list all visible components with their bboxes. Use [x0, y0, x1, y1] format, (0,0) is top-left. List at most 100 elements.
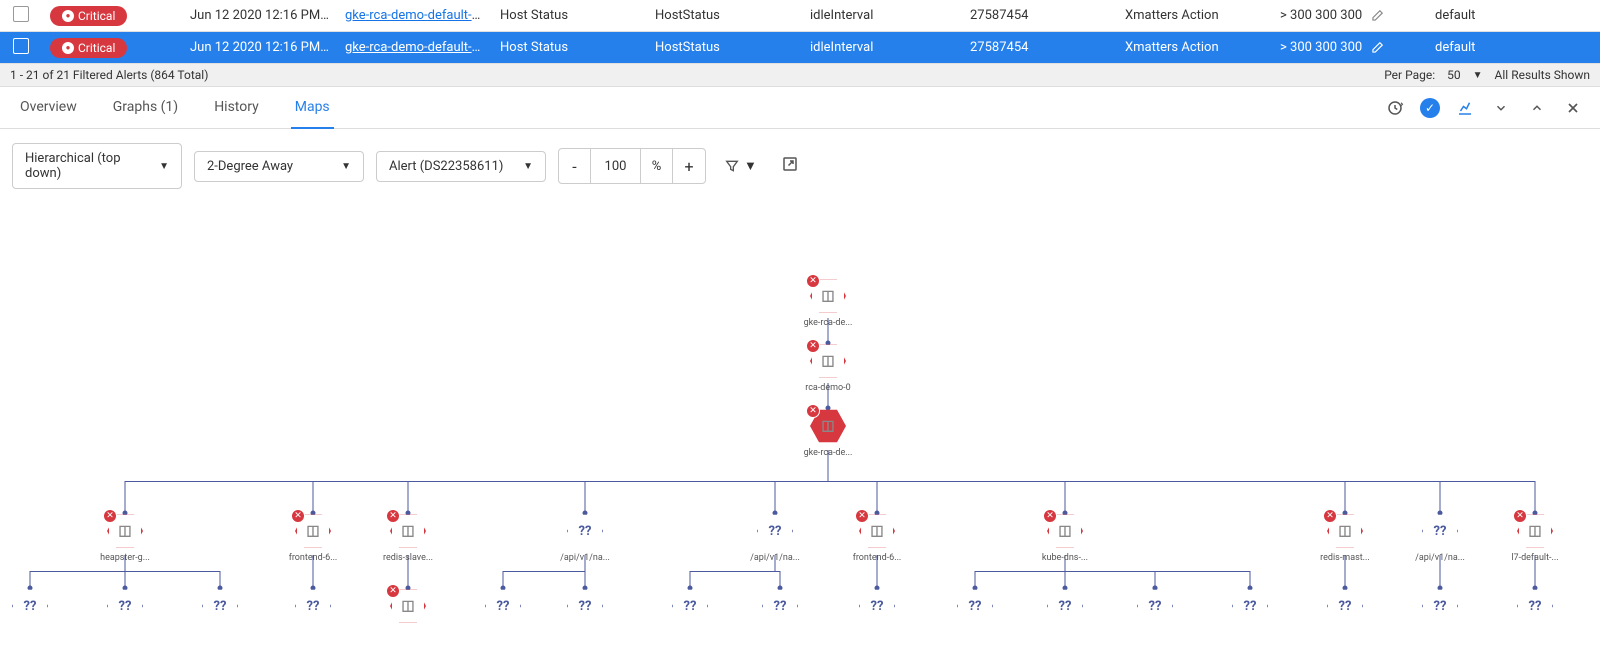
alert-indicator-icon: ✕	[103, 509, 117, 523]
filter-button[interactable]: ▼	[718, 152, 763, 180]
map-node[interactable]: ??php-redis	[286, 588, 340, 623]
node-label: /api/v1/na...	[1413, 553, 1467, 563]
alert-indicator-icon: ✕	[1513, 509, 1527, 523]
all-results-shown: All Results Shown	[1495, 68, 1590, 82]
popout-button[interactable]	[775, 149, 805, 183]
alert-row[interactable]: ● Critical Jun 12 2020 12:16 PM (10 mor …	[0, 0, 1600, 32]
close-icon[interactable]	[1562, 97, 1584, 119]
map-node[interactable]: ◫✕redis-mast...	[1318, 513, 1372, 563]
map-node[interactable]: ◫✕redis-slave...	[381, 513, 435, 563]
map-node[interactable]: ??promethe...	[663, 588, 717, 623]
zoom-value[interactable]: 100	[591, 149, 641, 183]
map-node[interactable]: ◫✕slave	[381, 588, 435, 623]
check-icon[interactable]: ✓	[1420, 98, 1440, 118]
map-node[interactable]: ??promethe...	[753, 588, 807, 623]
map-node[interactable]: ◫✕kube-dns-...	[1038, 513, 1092, 563]
pencil-icon[interactable]	[1370, 9, 1384, 23]
refresh-icon[interactable]	[1384, 97, 1406, 119]
chart-icon[interactable]	[1454, 97, 1476, 119]
col-default: default	[1427, 40, 1582, 55]
per-page-value[interactable]: 50	[1447, 68, 1461, 82]
node-label: redis-slave...	[381, 553, 435, 563]
alert-dropdown[interactable]: Alert (DS22358611)▼	[376, 151, 546, 182]
degree-dropdown[interactable]: 2-Degree Away▼	[194, 151, 364, 182]
pencil-icon[interactable]	[1370, 41, 1384, 55]
alert-indicator-icon: ✕	[855, 509, 869, 523]
tab-overview[interactable]: Overview	[16, 87, 81, 128]
alert-row-selected[interactable]: ● Critical Jun 12 2020 12:16 PM (10 mor …	[0, 32, 1600, 64]
filter-count: 1 - 21 of 21 Filtered Alerts (864 Total)	[10, 68, 208, 82]
alert-indicator-icon: ✕	[806, 404, 820, 418]
col-action: Xmatters Action	[1117, 40, 1272, 55]
map-node[interactable]: ??sidecar	[1128, 588, 1182, 623]
node-label: gke-rca-de...	[801, 318, 855, 328]
tab-bar: Overview Graphs (1) History Maps ✓	[0, 87, 1600, 129]
node-label: /api/v1/na...	[748, 553, 802, 563]
map-node[interactable]: ??kubedns	[948, 588, 1002, 623]
node-label: gke-rca-de...	[801, 448, 855, 458]
critical-icon: ●	[62, 10, 74, 22]
node-label: l7-default-...	[1508, 553, 1562, 563]
map-node[interactable]: ??/api/v1/na...	[1413, 513, 1467, 563]
map-node[interactable]: ◫✕frontend-6...	[286, 513, 340, 563]
zoom-out-button[interactable]: -	[559, 149, 591, 183]
alert-indicator-icon: ✕	[1323, 509, 1337, 523]
map-node[interactable]: ??default-htt...	[1508, 588, 1562, 623]
map-node[interactable]: ??/api/v1/na...	[558, 513, 612, 563]
alert-indicator-icon: ✕	[291, 509, 305, 523]
map-node[interactable]: ◫✕rca-demo-0	[801, 343, 855, 393]
col-host-status: Host Status	[492, 40, 647, 55]
map-node[interactable]: ??fluentd-gcp	[476, 588, 530, 623]
zoom-unit: %	[641, 149, 673, 183]
row-checkbox[interactable]	[13, 6, 29, 22]
col-hoststatus: HostStatus	[647, 8, 802, 23]
map-node[interactable]: ??php-redis	[850, 588, 904, 623]
map-node[interactable]: ??promethe...	[1223, 588, 1277, 623]
zoom-in-button[interactable]: +	[673, 149, 705, 183]
tab-maps[interactable]: Maps	[291, 87, 334, 129]
map-node[interactable]: ??dnsmasq	[1038, 588, 1092, 623]
alert-indicator-icon: ✕	[806, 274, 820, 288]
chevron-down-icon[interactable]	[1490, 97, 1512, 119]
map-node[interactable]: ◫✕heapster-g...	[98, 513, 152, 563]
map-node[interactable]: ◫✕gke-rca-de...	[801, 278, 855, 328]
map-node[interactable]: ??promethe...	[558, 588, 612, 623]
node-label: /api/v1/na...	[558, 553, 612, 563]
map-node[interactable]: ??kube-proxy	[1413, 588, 1467, 623]
map-node[interactable]: ◫✕l7-default-...	[1508, 513, 1562, 563]
row-checkbox[interactable]	[13, 38, 29, 54]
tab-graphs[interactable]: Graphs (1)	[109, 87, 182, 128]
per-page-caret-icon[interactable]: ▼	[1473, 70, 1483, 81]
col-threshold: > 300 300 300	[1272, 40, 1427, 55]
alert-indicator-icon: ✕	[386, 509, 400, 523]
col-hoststatus: HostStatus	[647, 40, 802, 55]
map-node[interactable]: ??/api/v1/na...	[1318, 588, 1372, 623]
map-node[interactable]: ◫✕frontend-6...	[850, 513, 904, 563]
tab-history[interactable]: History	[210, 87, 263, 128]
col-default: default	[1427, 8, 1582, 23]
per-page-label: Per Page:	[1384, 68, 1435, 82]
map-node[interactable]: ??/api/v1/na...	[748, 513, 802, 563]
chevron-up-icon[interactable]	[1526, 97, 1548, 119]
map-node[interactable]: ◫✕gke-rca-de...	[801, 408, 855, 458]
status-badge: ● Critical	[50, 6, 127, 26]
host-link[interactable]: gke-rca-demo-default-po...	[345, 40, 492, 55]
critical-icon: ●	[62, 42, 74, 54]
col-id: 27587454	[962, 40, 1117, 55]
alert-indicator-icon: ✕	[1043, 509, 1057, 523]
time-cell: Jun 12 2020 12:16 PM (10 mor	[182, 40, 337, 55]
time-cell: Jun 12 2020 12:16 PM (10 mor	[182, 8, 337, 23]
col-action: Xmatters Action	[1117, 8, 1272, 23]
node-label: redis-mast...	[1318, 553, 1372, 563]
host-link[interactable]: gke-rca-demo-default-po...	[345, 8, 492, 23]
node-label: frontend-6...	[850, 553, 904, 563]
node-label: kube-dns-...	[1038, 553, 1092, 563]
layout-dropdown[interactable]: Hierarchical (top down)▼	[12, 143, 182, 189]
col-idle: idleInterval	[802, 8, 962, 23]
map-node[interactable]: ??heapster-n...	[98, 588, 152, 623]
map-node[interactable]: ??prom-to-sd	[193, 588, 247, 623]
topology-map[interactable]: ◫✕gke-rca-de... ◫✕rca-demo-0 ◫✕gke-rca-de.…	[0, 203, 1600, 623]
alert-indicator-icon: ✕	[386, 584, 400, 598]
map-node[interactable]: ??heapster	[3, 588, 57, 623]
node-label: heapster-g...	[98, 553, 152, 563]
